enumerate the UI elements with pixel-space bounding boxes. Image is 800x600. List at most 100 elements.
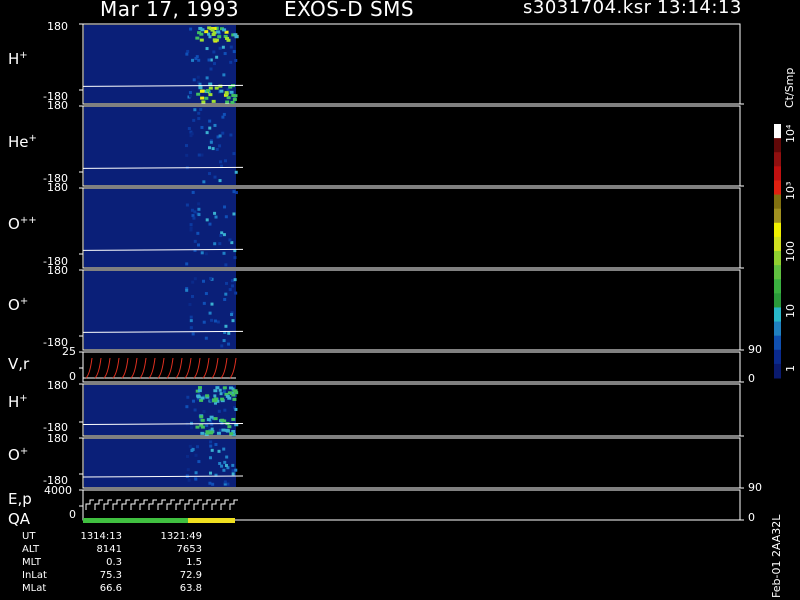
spectrogram-cell <box>228 238 232 242</box>
spectrogram-cell <box>223 205 227 209</box>
orbit-cell: MLT <box>22 557 41 568</box>
spectrogram-cell <box>213 123 217 127</box>
header-instrument: EXOS-D SMS <box>284 0 415 21</box>
spectrogram-cell <box>229 60 233 64</box>
spectrogram-cell <box>218 461 222 465</box>
spectrogram-cell <box>224 324 228 328</box>
orbit-row: InLat 75.3 72.9 <box>0 569 202 582</box>
spectrogram-cell <box>219 234 223 238</box>
spectrogram-cell <box>216 320 220 324</box>
spectrogram-cell <box>205 47 209 51</box>
spectrogram-cell <box>191 332 195 336</box>
spectrogram-cell <box>197 389 202 393</box>
panel-label-vr: V,r <box>8 355 30 373</box>
spectrogram-cell <box>194 471 198 475</box>
spectrogram-cell <box>208 471 212 475</box>
spectrogram-cell <box>210 318 214 322</box>
spectrogram-background <box>84 189 236 267</box>
spectrogram-cell <box>202 301 206 305</box>
tick-label: 180 <box>47 379 68 392</box>
spectrogram-cell <box>208 222 212 226</box>
tick-label: 180 <box>47 264 68 277</box>
spectrogram-cell <box>197 213 201 217</box>
spectrogram-cell <box>188 303 192 307</box>
energy-trace <box>139 499 148 510</box>
colorbar-segment <box>774 335 781 351</box>
spectrogram-cell <box>215 386 220 390</box>
colorbar-segment <box>774 321 781 337</box>
spectrogram-cell <box>200 153 204 157</box>
spectrogram-cell <box>189 226 193 230</box>
colorbar-segment <box>774 124 781 139</box>
orbit-cell: ALT <box>22 544 40 555</box>
spectrogram-cell <box>200 96 205 100</box>
spectrogram-cell <box>234 407 238 411</box>
spectrogram-cell <box>209 444 213 448</box>
spectrogram-cell <box>185 454 189 458</box>
right-tick-label: 90 <box>748 343 762 356</box>
spectrogram-plot <box>79 23 781 523</box>
spectrogram-cell <box>223 408 227 412</box>
spectrogram-cell <box>198 26 203 30</box>
orbit-table: UT 1314:13 1321:49 ALT 8141 7653 MLT 0.3 1.5 InLa… <box>0 530 202 595</box>
energy-trace <box>211 499 220 510</box>
spectrogram-cell <box>211 147 215 151</box>
spectrogram-cell <box>206 89 211 93</box>
orbit-cell: 1.5 <box>186 557 202 568</box>
spectrogram-cell <box>197 386 202 390</box>
colorbar-segment <box>774 307 781 323</box>
colorbar-segment <box>774 265 781 280</box>
colorbar-label-1: 1 <box>784 365 797 372</box>
spectrogram-cell <box>224 215 228 219</box>
colorbar-segment <box>774 251 781 266</box>
orbit-cell: 63.8 <box>179 583 202 594</box>
spectrogram-cell <box>213 175 217 179</box>
spectrogram-cell <box>194 453 198 457</box>
spectrogram-cell <box>205 76 209 80</box>
spectrogram-cell <box>232 212 236 216</box>
spectrogram-cell <box>204 30 209 34</box>
colorbar-segment <box>774 279 781 294</box>
spectrogram-background <box>84 385 236 435</box>
spectrogram-cell <box>200 431 205 435</box>
velocity-trace <box>94 357 102 379</box>
spectrogram-cell <box>209 140 213 144</box>
spectrogram-cell <box>234 58 238 62</box>
spectrogram-cell <box>208 126 212 130</box>
spectrogram-cell <box>208 311 212 315</box>
spectrogram-cell <box>220 344 224 348</box>
header-file: s3031704.ksr <box>523 0 652 18</box>
spectrogram-cell <box>208 172 212 176</box>
velocity-trace <box>202 357 210 379</box>
spectrogram-cell <box>209 67 213 71</box>
spectrogram-cell <box>223 480 227 484</box>
spectrogram-cell <box>218 144 222 148</box>
spectrogram-cell <box>191 280 195 284</box>
tick-label: 180 <box>47 432 68 445</box>
velocity-trace <box>193 357 201 379</box>
panel-label-o-plus: O+ <box>8 296 29 314</box>
spectrogram-cell <box>214 86 219 90</box>
spectrogram-cell <box>200 89 205 93</box>
spectrogram-cell <box>222 73 226 77</box>
spectrogram-cell <box>185 144 189 148</box>
spectrogram-cell <box>230 100 235 104</box>
spectrogram-cell <box>188 444 192 448</box>
spectrogram-cell <box>195 36 200 40</box>
spectrogram-cell <box>206 418 211 422</box>
energy-trace <box>193 499 202 510</box>
spectrogram-cell <box>224 292 228 296</box>
energy-trace <box>85 499 94 510</box>
spectrogram-cell <box>222 28 227 32</box>
spectrogram-cell <box>195 425 200 429</box>
spectrogram-cell <box>197 153 201 157</box>
spectrogram-cell <box>218 46 222 50</box>
spectrogram-cell <box>197 117 201 121</box>
spectrogram-cell <box>208 119 212 123</box>
spectrogram-cell <box>231 469 235 473</box>
spectrogram-cell <box>204 252 208 256</box>
spectrogram-cell <box>221 45 225 49</box>
panel-label-o-plusplus: O++ <box>8 215 37 233</box>
spectrogram-cell <box>196 445 200 449</box>
spectrogram-cell <box>231 472 235 476</box>
